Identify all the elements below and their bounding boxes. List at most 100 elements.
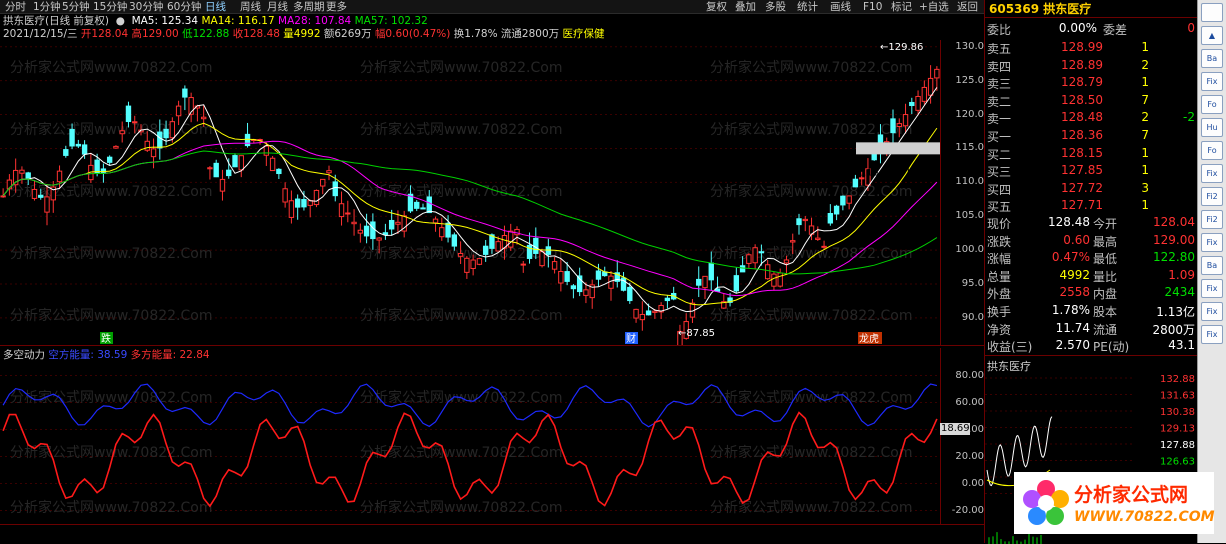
chart-header-line1: 拱东医疗(日线 前复权) ● MA5: 125.34 MA14: 116.17 … bbox=[3, 15, 428, 27]
stat-row: 总量 4992 量比 1.09 bbox=[985, 267, 1198, 285]
price-tick: 120.0 bbox=[955, 109, 984, 120]
candle bbox=[847, 196, 851, 209]
sidebar-button-14[interactable]: Fix bbox=[1201, 325, 1223, 344]
period-tab-1[interactable]: 1分钟 bbox=[33, 0, 61, 14]
sidebar-button-5[interactable]: Hu bbox=[1201, 118, 1223, 137]
indicator-short: 空方能量: 38.59 bbox=[48, 349, 127, 361]
period-tab-0[interactable]: 分时 bbox=[5, 0, 26, 14]
sidebar-button-10[interactable]: Fix bbox=[1201, 233, 1223, 252]
range-box bbox=[856, 142, 940, 154]
candle bbox=[753, 244, 757, 269]
price-chart[interactable]: 分析家公式网www.70822.Com 分析家公式网www.70822.Com 分析… bbox=[0, 40, 940, 345]
candle bbox=[233, 153, 237, 167]
indicator-tick: 0.00 bbox=[962, 478, 984, 489]
candle bbox=[834, 205, 838, 220]
candle bbox=[358, 224, 362, 243]
event-tag-label: 财 bbox=[626, 332, 636, 345]
price-axis: 130.0 125.0 120.0 115.0 110.0 105.0 100.0 95.0 9… bbox=[940, 40, 984, 345]
candle bbox=[577, 268, 581, 296]
period-tab-4[interactable]: 30分钟 bbox=[129, 0, 163, 14]
indicator-tick: 80.00 bbox=[955, 370, 984, 381]
candle bbox=[546, 239, 550, 268]
period-tab-6[interactable]: 日线 bbox=[205, 0, 226, 14]
bar-low: 低122.88 bbox=[182, 28, 229, 40]
candle bbox=[671, 287, 675, 300]
price-tick: 110.0 bbox=[955, 176, 984, 187]
sidebar-button-8[interactable]: Fi2 bbox=[1201, 187, 1223, 206]
ma-line-ma14 bbox=[3, 123, 937, 305]
ma28-label: MA28: 107.84 bbox=[278, 15, 351, 27]
period-tab-10[interactable]: 更多 bbox=[326, 0, 347, 14]
toolbar-btn-1[interactable]: 叠加 bbox=[735, 0, 756, 14]
candle bbox=[571, 284, 575, 298]
svg-text:分析家公式网www.70822.Com: 分析家公式网www.70822.Com bbox=[710, 499, 912, 516]
sidebar-button-4[interactable]: Fo bbox=[1201, 95, 1223, 114]
toolbar-btn-7[interactable]: +自选 bbox=[919, 0, 949, 14]
candle bbox=[20, 166, 24, 183]
svg-text:分析家公式网www.70822.Com: 分析家公式网www.70822.Com bbox=[710, 444, 912, 461]
bar-amount: 额6269万 bbox=[324, 28, 372, 40]
candle bbox=[797, 214, 801, 235]
candle bbox=[107, 155, 111, 165]
toolbar-btn-8[interactable]: 返回 bbox=[957, 0, 978, 14]
ask-row: 卖四 128.89 2 bbox=[985, 57, 1198, 75]
candle bbox=[559, 259, 563, 291]
mini-tick: 129.13 bbox=[1160, 424, 1195, 435]
candle bbox=[151, 138, 155, 168]
sidebar-button-0[interactable] bbox=[1201, 3, 1223, 22]
sidebar-button-9[interactable]: Fi2 bbox=[1201, 210, 1223, 229]
candle bbox=[220, 170, 224, 201]
candle bbox=[722, 293, 726, 309]
ask-row: 卖一 128.48 2 -2 bbox=[985, 109, 1198, 127]
svg-text:分析家公式网www.70822.Com: 分析家公式网www.70822.Com bbox=[360, 121, 562, 138]
candle bbox=[314, 190, 318, 208]
toolbar-btn-6[interactable]: 标记 bbox=[891, 0, 912, 14]
sidebar-button-7[interactable]: Fix bbox=[1201, 164, 1223, 183]
period-tab-3[interactable]: 15分钟 bbox=[93, 0, 127, 14]
candle bbox=[245, 123, 249, 148]
stat-row: 涨幅 0.47% 最低 122.80 bbox=[985, 249, 1198, 267]
indicator-cursor-value: 18.69 bbox=[940, 423, 970, 435]
candle bbox=[703, 276, 707, 299]
period-tab-2[interactable]: 5分钟 bbox=[62, 0, 90, 14]
event-tag-label: 龙虎 bbox=[859, 332, 879, 345]
svg-text:分析家公式网www.70822.Com: 分析家公式网www.70822.Com bbox=[710, 183, 912, 200]
indicator-long: 多方能量: 22.84 bbox=[131, 349, 210, 361]
period-tab-9[interactable]: 多周期 bbox=[293, 0, 325, 14]
bid-row: 买二 128.15 1 bbox=[985, 145, 1198, 163]
sidebar-button-12[interactable]: Fix bbox=[1201, 279, 1223, 298]
svg-text:分析家公式网www.70822.Com: 分析家公式网www.70822.Com bbox=[10, 499, 212, 516]
range-label: 113.11 - 115.37 bbox=[860, 167, 940, 178]
candle bbox=[665, 295, 669, 308]
toolbar-btn-4[interactable]: 画线 bbox=[830, 0, 851, 14]
candle bbox=[327, 166, 331, 180]
candle bbox=[339, 192, 343, 226]
svg-text:分析家公式网www.70822.Com: 分析家公式网www.70822.Com bbox=[10, 307, 212, 324]
toolbar-btn-3[interactable]: 统计 bbox=[797, 0, 818, 14]
period-tab-7[interactable]: 周线 bbox=[240, 0, 261, 14]
toolbar-btn-2[interactable]: 多股 bbox=[765, 0, 786, 14]
bid-row: 买五 127.71 1 bbox=[985, 197, 1198, 215]
stat-row: 外盘 2558 内盘 2434 bbox=[985, 284, 1198, 302]
candle bbox=[76, 140, 80, 148]
stat2-row: 换手 1.78% 股本 1.13亿 bbox=[985, 302, 1198, 320]
sidebar-button-11[interactable]: Ba bbox=[1201, 256, 1223, 275]
toolbar-btn-5[interactable]: F10 bbox=[863, 0, 882, 14]
svg-text:分析家公式网www.70822.Com: 分析家公式网www.70822.Com bbox=[10, 245, 212, 262]
mini-tick: 127.88 bbox=[1160, 440, 1195, 451]
bar-date: 2021/12/15/三 bbox=[3, 28, 78, 40]
period-tab-8[interactable]: 月线 bbox=[267, 0, 288, 14]
candle bbox=[346, 201, 350, 223]
sidebar-button-3[interactable]: Fix bbox=[1201, 72, 1223, 91]
candle bbox=[828, 204, 832, 226]
watermark-logo: 分析家公式网 WWW.70822.COM bbox=[1014, 472, 1214, 534]
candle bbox=[270, 156, 274, 171]
toolbar-btn-0[interactable]: 复权 bbox=[706, 0, 727, 14]
sidebar-button-13[interactable]: Fix bbox=[1201, 302, 1223, 321]
sidebar-button-6[interactable]: Fo bbox=[1201, 141, 1223, 160]
indicator-chart[interactable]: 分析家公式网www.70822.Com 分析家公式网www.70822.Com 分析… bbox=[0, 362, 940, 524]
sidebar-button-2[interactable]: Ba bbox=[1201, 49, 1223, 68]
period-tab-5[interactable]: 60分钟 bbox=[167, 0, 201, 14]
sidebar-button-1[interactable]: ▲ bbox=[1201, 26, 1223, 45]
indicator-tick: 60.00 bbox=[955, 397, 984, 408]
